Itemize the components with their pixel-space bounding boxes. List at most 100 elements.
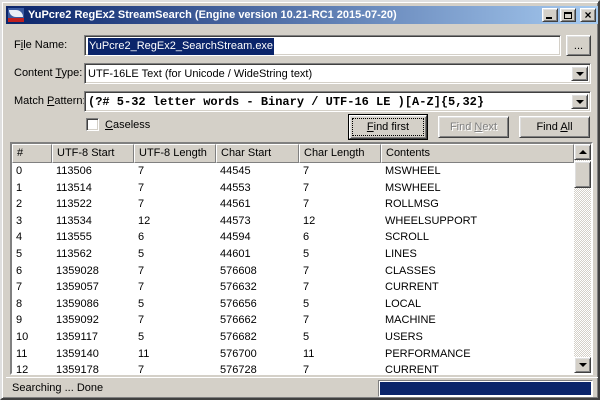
table-cell: 1359140 xyxy=(52,346,134,363)
scrollbar-thumb[interactable] xyxy=(574,161,591,188)
column-header[interactable]: UTF-8 Start xyxy=(52,144,134,163)
table-cell: 7 xyxy=(134,180,216,197)
table-row[interactable]: 6135902875766087CLASSES xyxy=(12,263,574,280)
table-cell: 1359092 xyxy=(52,312,134,329)
table-cell: 1 xyxy=(12,180,52,197)
table-row[interactable]: 7135905775766327CURRENT xyxy=(12,279,574,296)
file-name-label: File Name: xyxy=(14,39,67,51)
table-cell: 5 xyxy=(134,296,216,313)
table-cell: 9 xyxy=(12,312,52,329)
checkbox-box-icon[interactable] xyxy=(86,118,99,131)
table-row[interactable]: 41135556445946SCROLL xyxy=(12,229,574,246)
table-cell: 7 xyxy=(299,312,381,329)
table-cell: 1359057 xyxy=(52,279,134,296)
maximize-icon xyxy=(564,12,572,19)
content-type-label: Content Type: xyxy=(14,67,82,79)
column-header[interactable]: Contents xyxy=(381,144,574,163)
table-cell: 7 xyxy=(134,196,216,213)
column-header[interactable]: UTF-8 Length xyxy=(134,144,216,163)
table-cell: 8 xyxy=(12,296,52,313)
status-bar: Searching ... Done xyxy=(6,377,598,398)
arrow-down-icon xyxy=(579,363,587,367)
chevron-down-icon xyxy=(576,100,584,104)
app-window: YuPcre2 RegEx2 StreamSearch (Engine vers… xyxy=(0,0,600,400)
table-cell: 5 xyxy=(12,246,52,263)
app-icon-wing xyxy=(9,10,23,17)
table-cell: MSWHEEL xyxy=(381,163,574,180)
table-cell: 7 xyxy=(134,279,216,296)
table-cell: 10 xyxy=(12,329,52,346)
app-icon xyxy=(8,8,24,22)
content-type-value: UTF-16LE Text (for Unicode / WideString … xyxy=(88,66,568,82)
browse-button[interactable]: ... xyxy=(566,35,591,56)
find-all-button[interactable]: Find All xyxy=(519,116,590,138)
vertical-scrollbar[interactable] xyxy=(574,144,591,373)
table-cell: 576632 xyxy=(216,279,299,296)
scroll-up-button[interactable] xyxy=(574,144,591,160)
table-cell: 44594 xyxy=(216,229,299,246)
chevron-down-icon xyxy=(576,72,584,76)
match-pattern-value: (?# 5-32 letter words - Binary / UTF-16 … xyxy=(88,94,568,110)
table-cell: 7 xyxy=(134,312,216,329)
table-cell: 7 xyxy=(134,362,216,373)
table-cell: 44573 xyxy=(216,213,299,230)
table-row[interactable]: 1113591401157670011PERFORMANCE xyxy=(12,346,574,363)
scroll-down-button[interactable] xyxy=(574,357,591,373)
table-cell: 1359028 xyxy=(52,263,134,280)
table-cell: 576662 xyxy=(216,312,299,329)
app-icon-band xyxy=(8,18,24,22)
table-cell: 6 xyxy=(12,263,52,280)
table-cell: 7 xyxy=(134,263,216,280)
column-header[interactable]: # xyxy=(12,144,52,163)
table-cell: ROLLMSG xyxy=(381,196,574,213)
table-cell: PERFORMANCE xyxy=(381,346,574,363)
match-pattern-dropdown-button[interactable] xyxy=(571,94,588,109)
content-type-dropdown-button[interactable] xyxy=(571,66,588,81)
table-row[interactable]: 8135908655766565LOCAL xyxy=(12,296,574,313)
file-name-value: YuPcre2_RegEx2_SearchStream.exe xyxy=(88,38,274,55)
column-header[interactable]: Char Start xyxy=(216,144,299,163)
table-cell: 4 xyxy=(12,229,52,246)
table-row[interactable]: 11135147445537MSWHEEL xyxy=(12,180,574,197)
file-name-input[interactable]: YuPcre2_RegEx2_SearchStream.exe xyxy=(84,35,561,56)
table-row[interactable]: 3113534124457312WHEELSUPPORT xyxy=(12,213,574,230)
table-cell: CLASSES xyxy=(381,263,574,280)
table-row[interactable]: 10135911755766825USERS xyxy=(12,329,574,346)
table-cell: CURRENT xyxy=(381,362,574,373)
caseless-checkbox[interactable]: Caseless xyxy=(86,118,150,131)
content-type-select[interactable]: UTF-16LE Text (for Unicode / WideString … xyxy=(84,63,591,84)
table-cell: CURRENT xyxy=(381,279,574,296)
close-button[interactable]: × xyxy=(580,8,596,22)
table-cell: MSWHEEL xyxy=(381,180,574,197)
table-cell: MACHINE xyxy=(381,312,574,329)
table-cell: 11 xyxy=(12,346,52,363)
column-header[interactable]: Char Length xyxy=(299,144,381,163)
table-cell: 7 xyxy=(12,279,52,296)
table-row[interactable]: 01135067445457MSWHEEL xyxy=(12,163,574,180)
table-cell: 11 xyxy=(299,346,381,363)
table-row[interactable]: 9135909275766627MACHINE xyxy=(12,312,574,329)
table-cell: 5 xyxy=(299,296,381,313)
minimize-icon xyxy=(546,17,552,19)
table-cell: 576700 xyxy=(216,346,299,363)
maximize-button[interactable] xyxy=(560,8,576,22)
table-row[interactable]: 21135227445617ROLLMSG xyxy=(12,196,574,213)
table-cell: 44545 xyxy=(216,163,299,180)
table-row[interactable]: 51135625446015LINES xyxy=(12,246,574,263)
table-cell: 44561 xyxy=(216,196,299,213)
find-first-button[interactable]: Find first xyxy=(349,115,427,139)
close-icon: × xyxy=(584,10,591,20)
table-cell: 12 xyxy=(134,213,216,230)
status-text: Searching ... Done xyxy=(12,382,103,394)
find-next-button[interactable]: Find Next xyxy=(438,116,509,138)
table-cell: 113534 xyxy=(52,213,134,230)
table-cell: SCROLL xyxy=(381,229,574,246)
table-cell: 7 xyxy=(134,163,216,180)
match-pattern-label: Match Pattern: xyxy=(14,95,86,107)
table-cell: 576728 xyxy=(216,362,299,373)
table-cell: 11 xyxy=(134,346,216,363)
match-pattern-select[interactable]: (?# 5-32 letter words - Binary / UTF-16 … xyxy=(84,91,591,112)
table-row[interactable]: 12135917875767287CURRENT xyxy=(12,362,574,373)
minimize-button[interactable] xyxy=(542,8,558,22)
table-cell: 7 xyxy=(299,263,381,280)
